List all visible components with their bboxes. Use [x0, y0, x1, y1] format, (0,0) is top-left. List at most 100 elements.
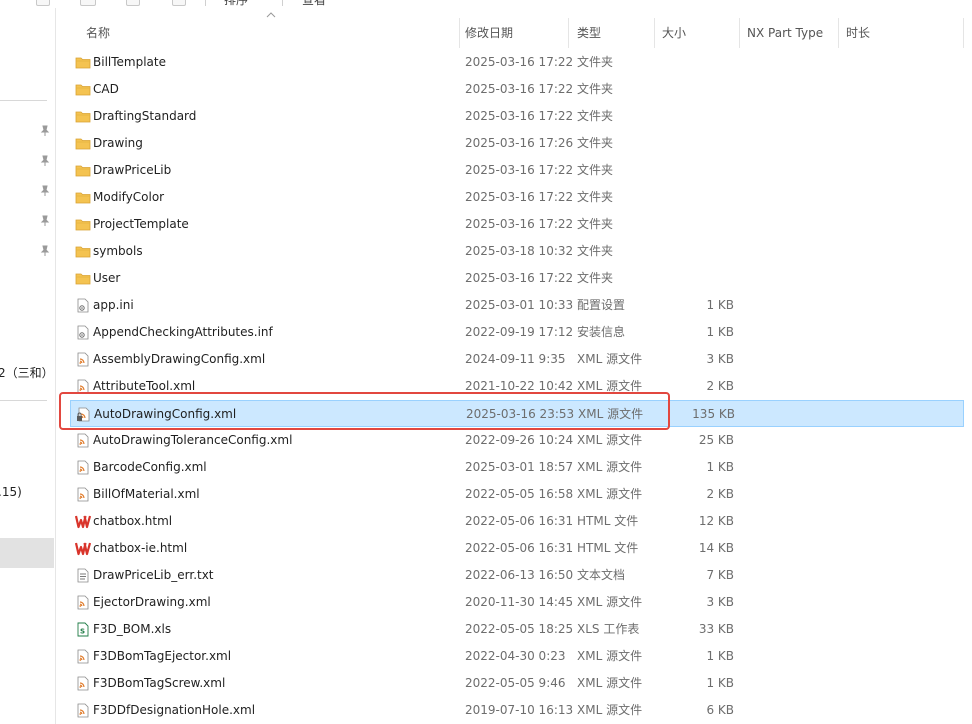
file-modified-date: 2022-05-06 16:31: [465, 541, 574, 555]
file-type: HTML 文件: [577, 541, 639, 555]
file-name: BillTemplate: [93, 55, 166, 69]
file-name: AssemblyDrawingConfig.xml: [93, 352, 266, 366]
file-row[interactable]: CAD 2025-03-16 17:22 文件夹: [70, 76, 964, 103]
pin-icon[interactable]: [39, 125, 51, 137]
file-name: F3DDfDesignationHole.xml: [93, 703, 256, 717]
column-header-type[interactable]: 类型: [569, 18, 655, 48]
file-type: XML 源文件: [577, 352, 643, 366]
column-header-duration[interactable]: 时长: [838, 18, 964, 48]
file-name: DrawPriceLib: [93, 163, 172, 177]
folder-icon: [75, 244, 91, 259]
file-size: [674, 184, 734, 211]
column-header-nx-part-type[interactable]: NX Part Type: [739, 18, 839, 48]
file-size: 2 KB: [706, 379, 734, 393]
file-row[interactable]: AppendCheckingAttributes.inf 2022-09-19 1…: [70, 319, 964, 346]
toolbar-separator: [282, 0, 283, 6]
folder-icon: [75, 136, 91, 151]
file-row[interactable]: Drawing 2025-03-16 17:26 文件夹: [70, 130, 964, 157]
file-name: AttributeTool.xml: [93, 379, 196, 393]
file-row[interactable]: User 2025-03-16 17:22 文件夹: [70, 265, 964, 292]
toolbar-button-3[interactable]: [126, 0, 140, 6]
column-header-name[interactable]: 名称: [78, 18, 460, 48]
nav-divider: [0, 100, 47, 101]
column-header-date[interactable]: 修改日期: [457, 18, 569, 48]
nav-item-selected[interactable]: [0, 538, 54, 568]
toolbar: 排序 查看: [0, 0, 972, 8]
file-row[interactable]: app.ini 2025-03-01 10:33 配置设置 1 KB: [70, 292, 964, 319]
file-size: 1 KB: [706, 298, 734, 312]
file-size: 1 KB: [706, 676, 734, 690]
file-size: [674, 265, 734, 292]
xml-file-locked-icon: [76, 407, 92, 422]
file-row[interactable]: BillTemplate 2025-03-16 17:22 文件夹: [70, 49, 964, 76]
file-row[interactable]: ProjectTemplate 2025-03-16 17:22 文件夹: [70, 211, 964, 238]
file-type: 文件夹: [577, 244, 614, 258]
toolbar-button-2[interactable]: [80, 0, 96, 6]
file-modified-date: 2021-10-22 10:42: [465, 379, 574, 393]
file-row[interactable]: EjectorDrawing.xml 2020-11-30 14:45 XML 源文…: [70, 589, 964, 616]
file-modified-date: 2020-11-30 14:45: [465, 595, 574, 609]
file-row[interactable]: BillOfMaterial.xml 2022-05-05 16:58 XML 源文…: [70, 481, 964, 508]
file-modified-date: 2025-03-16 17:22: [465, 271, 574, 285]
file-modified-date: 2022-05-05 9:46: [465, 676, 566, 690]
file-type: 文件夹: [577, 271, 614, 285]
file-type: 文件夹: [577, 109, 614, 123]
file-name: F3DBomTagEjector.xml: [93, 649, 232, 663]
pin-icon[interactable]: [39, 215, 51, 227]
file-size: [674, 238, 734, 265]
nav-item-label[interactable]: .15): [0, 485, 22, 499]
pin-icon[interactable]: [39, 155, 51, 167]
file-name: User: [93, 271, 121, 285]
pin-icon[interactable]: [39, 185, 51, 197]
file-row[interactable]: BarcodeConfig.xml 2025-03-01 18:57 XML 源文件…: [70, 454, 964, 481]
sort-button[interactable]: 排序: [224, 0, 248, 8]
xml-file-icon: [75, 676, 91, 691]
file-row[interactable]: S F3D_BOM.xls 2022-05-05 18:25 XLS 工作表 33 KB: [70, 616, 964, 643]
file-name: DraftingStandard: [93, 109, 197, 123]
file-list[interactable]: BillTemplate 2025-03-16 17:22 文件夹 CAD 2025-0…: [58, 49, 972, 724]
file-row[interactable]: DrawPriceLib_err.txt 2022-06-13 16:50 文本文档…: [70, 562, 964, 589]
file-modified-date: 2022-05-05 16:58: [465, 487, 574, 501]
file-row[interactable]: F3DBomTagEjector.xml 2022-04-30 0:23 XML 源…: [70, 643, 964, 670]
column-header-size[interactable]: 大小: [654, 18, 740, 48]
view-button[interactable]: 查看: [302, 0, 326, 8]
file-row[interactable]: AttributeTool.xml 2021-10-22 10:42 XML 源文件…: [70, 373, 964, 400]
file-type: XML 源文件: [577, 595, 643, 609]
file-name: EjectorDrawing.xml: [93, 595, 211, 609]
file-modified-date: 2025-03-01 10:33: [465, 298, 574, 312]
file-modified-date: 2022-06-13 16:50: [465, 568, 574, 582]
text-file-icon: [75, 568, 91, 583]
file-row[interactable]: ModifyColor 2025-03-16 17:22 文件夹: [70, 184, 964, 211]
file-name: ModifyColor: [93, 190, 165, 204]
file-row[interactable]: DrawPriceLib 2025-03-16 17:22 文件夹: [70, 157, 964, 184]
folder-icon: [75, 82, 91, 97]
file-name: chatbox-ie.html: [93, 541, 188, 555]
toolbar-button-4[interactable]: [172, 0, 186, 6]
file-type: HTML 文件: [577, 514, 639, 528]
file-row[interactable]: F3DBomTagScrew.xml 2022-05-05 9:46 XML 源文件…: [70, 670, 964, 697]
pin-icon[interactable]: [39, 245, 51, 257]
file-row[interactable]: symbols 2025-03-18 10:32 文件夹: [70, 238, 964, 265]
file-type: 文本文档: [577, 568, 626, 582]
file-type: 文件夹: [577, 82, 614, 96]
file-row-selected[interactable]: AutoDrawingConfig.xml 2025-03-16 23:53 XML…: [70, 400, 964, 427]
navigation-pane: 2（三和） .15): [0, 8, 56, 724]
xml-file-icon: [75, 352, 91, 367]
file-row[interactable]: chatbox.html 2022-05-06 16:31 HTML 文件 12 KB: [70, 508, 964, 535]
file-size: [674, 157, 734, 184]
file-size: 14 KB: [698, 541, 734, 555]
file-row[interactable]: DraftingStandard 2025-03-16 17:22 文件夹: [70, 103, 964, 130]
file-type: XML 源文件: [577, 433, 643, 447]
file-modified-date: 2025-03-16 17:22: [465, 55, 574, 69]
nav-item-label[interactable]: 2（三和）: [0, 364, 54, 381]
file-row[interactable]: AutoDrawingToleranceConfig.xml 2022-09-26…: [70, 427, 964, 454]
file-size: [674, 211, 734, 238]
file-row[interactable]: AssemblyDrawingConfig.xml 2024-09-11 9:35…: [70, 346, 964, 373]
file-name: BarcodeConfig.xml: [93, 460, 207, 474]
toolbar-button-1[interactable]: [36, 0, 50, 6]
file-name: symbols: [93, 244, 143, 258]
file-row[interactable]: F3DDfDesignationHole.xml 2019-07-10 16:13…: [70, 697, 964, 724]
file-modified-date: 2025-03-16 17:26: [465, 136, 574, 150]
file-row[interactable]: chatbox-ie.html 2022-05-06 16:31 HTML 文件 14…: [70, 535, 964, 562]
file-type: 文件夹: [577, 163, 614, 177]
